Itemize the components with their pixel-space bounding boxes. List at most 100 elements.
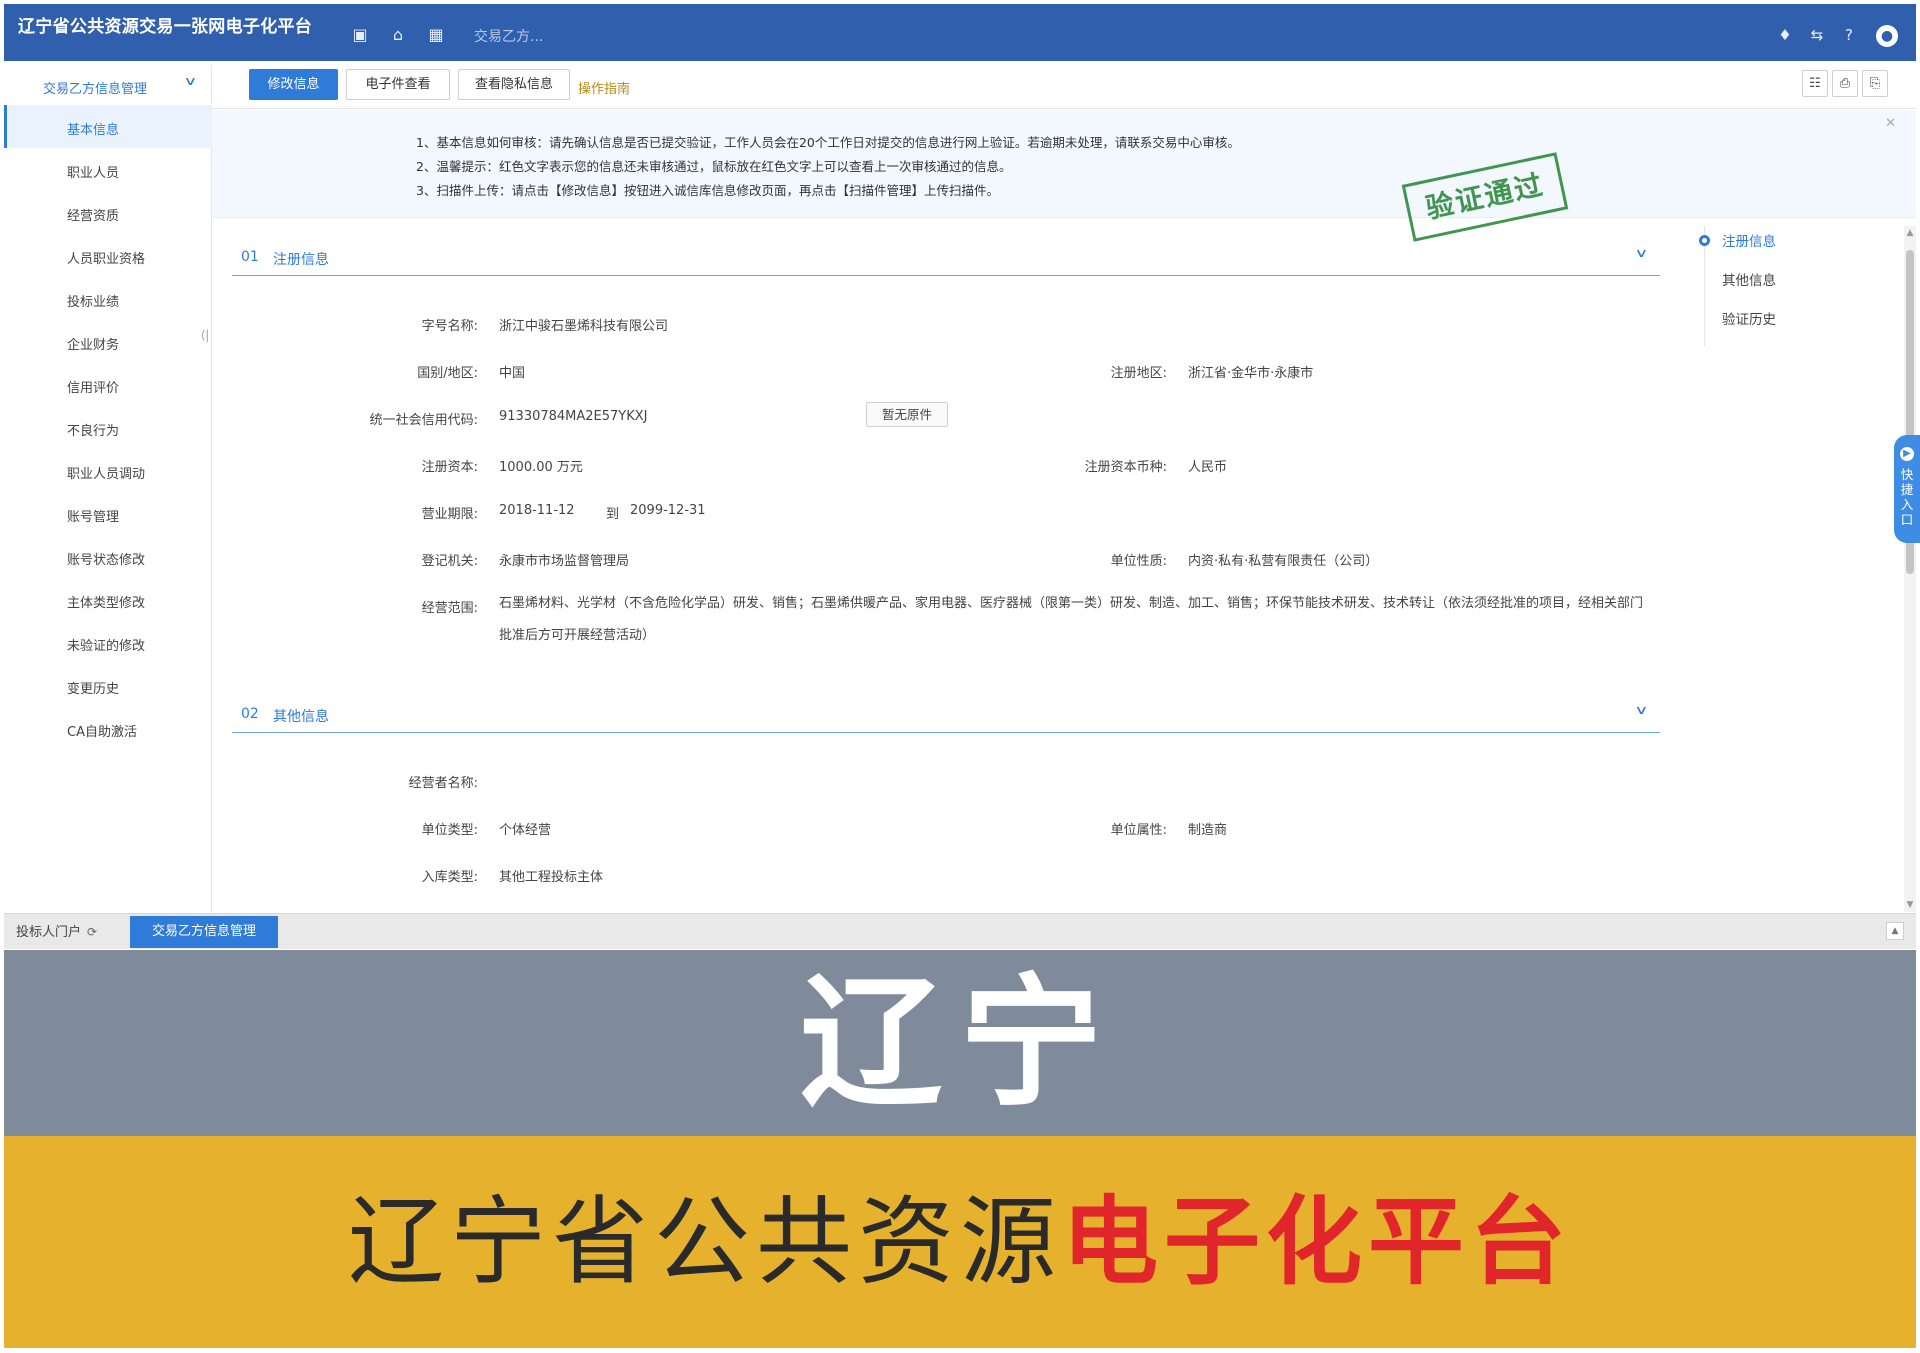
chevron-down-icon: ∨ <box>183 74 198 88</box>
close-icon[interactable]: ✕ <box>1885 116 1896 131</box>
sidebar-item-bad-behavior[interactable]: 不良行为 <box>4 406 212 449</box>
vertical-scrollbar[interactable]: ▲ ▼ <box>1904 226 1916 912</box>
field-value: 人民币 <box>1188 460 1228 475</box>
field-value: 内资·私有·私营有限责任（公司） <box>1188 554 1379 569</box>
field-label: 单位属性: <box>1110 823 1167 838</box>
chevron-down-icon: ∨ <box>1634 246 1649 260</box>
banner-big-title: 辽宁 <box>800 960 1120 1126</box>
app-title: 辽宁省公共资源交易一张网电子化平台 <box>18 17 313 37</box>
field-value: 中国 <box>499 366 526 381</box>
field-label: 统一社会信用代码: <box>369 413 478 428</box>
sidebar-item-credit[interactable]: 信用评价 <box>4 363 212 406</box>
app-window: 辽宁省公共资源交易一张网电子化平台 ▣ ⌂ ▦ 交易乙方... ♦ ⇆ ? ● … <box>4 0 1920 950</box>
sidebar-item-bid-record[interactable]: 投标业绩 <box>4 277 212 320</box>
anchor-item-verify-history[interactable]: 验证历史 <box>1722 308 1776 328</box>
active-dot-icon <box>1699 235 1710 246</box>
section-title: 注册信息 <box>273 252 329 268</box>
toolbar: 修改信息 电子件查看 查看隐私信息 操作指南 ☷ ⎙ ⎘ <box>212 65 1916 109</box>
bottom-tab-bar: 投标人门户 ⟳ 交易乙方信息管理 ▲ <box>4 913 1916 949</box>
collapse-icon[interactable]: ⟨| <box>198 325 212 345</box>
bell-icon[interactable]: ♦ <box>1776 26 1794 44</box>
sidebar-item-unverified[interactable]: 未验证的修改 <box>4 621 212 664</box>
field-label: 字号名称: <box>421 319 478 334</box>
sidebar-item-qualification[interactable]: 经营资质 <box>4 191 212 234</box>
sidebar-item-label: 信用评价 <box>67 381 120 396</box>
tab-label: 投标人门户 <box>16 925 82 940</box>
field-label: 注册资本币种: <box>1084 460 1167 475</box>
sidebar-item-label: 职业人员 <box>67 166 120 181</box>
section-registration-header[interactable]: 01 注册信息 ∨ <box>232 240 1660 276</box>
field-value: 2018-11-12 <box>499 503 575 518</box>
search-input[interactable]: 交易乙方... <box>474 26 543 46</box>
view-privacy-button[interactable]: 查看隐私信息 <box>458 69 570 100</box>
field-value: 浙江中骏石墨烯科技有限公司 <box>499 319 669 334</box>
sidebar-item-label: 职业人员调动 <box>67 467 146 482</box>
section-other-header[interactable]: 02 其他信息 ∨ <box>232 697 1660 733</box>
monitor-icon[interactable]: ▣ <box>350 26 370 44</box>
sidebar-item-staff-transfer[interactable]: 职业人员调动 <box>4 449 212 492</box>
sidebar-item-basic-info[interactable]: 基本信息 <box>4 105 212 148</box>
sidebar-item-staff-cert[interactable]: 人员职业资格 <box>4 234 212 277</box>
field-value: 2099-12-31 <box>630 503 706 518</box>
field-value: 浙江省·金华市·永康市 <box>1188 366 1314 381</box>
top-header: 辽宁省公共资源交易一张网电子化平台 ▣ ⌂ ▦ 交易乙方... ♦ ⇆ ? ● <box>4 4 1916 61</box>
guide-link[interactable]: 操作指南 <box>578 78 630 97</box>
anchor-item-other[interactable]: 其他信息 <box>1722 269 1776 289</box>
no-original-button[interactable]: 暂无原件 <box>866 402 948 427</box>
sidebar-item-label: 基本信息 <box>67 123 120 138</box>
banner-tagline: 辽宁省公共资源电子化平台 <box>4 1192 1916 1292</box>
collapse-up-icon[interactable]: ▲ <box>1886 922 1904 940</box>
print-icon[interactable]: ⎘ <box>1862 70 1888 97</box>
notice-line-2: 2、温馨提示：红色文字表示您的信息还未审核通过，鼠标放在红色文字上可以查看上一次… <box>416 159 1012 174</box>
anchor-item-registration[interactable]: 注册信息 <box>1722 230 1776 250</box>
refresh-icon[interactable]: ⟳ <box>87 925 97 939</box>
grid-icon[interactable]: ▦ <box>426 26 446 44</box>
help-icon[interactable]: ? <box>1840 26 1858 44</box>
scroll-up-icon[interactable]: ▲ <box>1904 228 1916 238</box>
banner-tagline-area: 辽宁省公共资源电子化平台 <box>4 1136 1916 1348</box>
anchor-nav: 注册信息 其他信息 验证历史 <box>1699 226 1894 346</box>
sidebar-item-entity-type[interactable]: 主体类型修改 <box>4 578 212 621</box>
view-efile-button[interactable]: 电子件查看 <box>346 69 450 100</box>
section-number: 02 <box>241 706 259 722</box>
field-value: 个体经营 <box>499 823 552 838</box>
quick-entry-icon: ▶ <box>1900 447 1914 461</box>
sidebar-item-staff[interactable]: 职业人员 <box>4 148 212 191</box>
sidebar-item-label: 投标业绩 <box>67 295 120 310</box>
sidebar: 交易乙方信息管理 ∨ 基本信息 职业人员 经营资质 人员职业资格 投标业绩 企业… <box>4 65 212 912</box>
field-label: 国别/地区: <box>417 366 478 381</box>
sidebar-item-label: CA自助激活 <box>67 725 137 740</box>
quick-entry-button[interactable]: ▶ 快捷入口 <box>1894 435 1920 543</box>
banner-tagline-red: 电子化平台 <box>1062 1186 1572 1298</box>
user-icon[interactable]: ● <box>1876 25 1898 47</box>
sidebar-item-label: 主体类型修改 <box>67 596 146 611</box>
edit-info-button[interactable]: 修改信息 <box>249 69 338 100</box>
sidebar-item-account[interactable]: 账号管理 <box>4 492 212 535</box>
scroll-down-icon[interactable]: ▼ <box>1904 900 1916 910</box>
field-label: 经营者名称: <box>408 776 478 791</box>
sidebar-item-label: 经营资质 <box>67 209 120 224</box>
field-value: 1000.00 万元 <box>499 460 583 475</box>
pdf-icon[interactable]: ⎙ <box>1832 70 1858 97</box>
sidebar-group-header[interactable]: 交易乙方信息管理 ∨ <box>4 65 212 105</box>
sidebar-item-label: 人员职业资格 <box>67 252 146 267</box>
notice-line-1: 1、基本信息如何审核：请先确认信息是否已提交验证，工作人员会在20个工作日对提交… <box>416 135 1240 150</box>
tab-party-b-management[interactable]: 交易乙方信息管理 <box>130 916 278 948</box>
sidebar-item-label: 账号管理 <box>67 510 120 525</box>
sidebar-item-history[interactable]: 变更历史 <box>4 664 212 707</box>
field-label: 营业期限: <box>421 507 478 522</box>
field-label: 注册资本: <box>421 460 478 475</box>
sidebar-item-finance[interactable]: 企业财务 <box>4 320 212 363</box>
chevron-down-icon: ∨ <box>1634 703 1649 717</box>
notice-line-3: 3、扫描件上传：请点击【修改信息】按钮进入诚信库信息修改页面，再点击【扫描件管理… <box>416 183 999 198</box>
field-value: 制造商 <box>1188 823 1228 838</box>
sitemap-icon[interactable]: ☷ <box>1802 70 1828 97</box>
sidebar-group-label: 交易乙方信息管理 <box>43 82 148 97</box>
sidebar-item-account-status[interactable]: 账号状态修改 <box>4 535 212 578</box>
field-value: 永康市市场监督管理局 <box>499 554 630 569</box>
tab-bidder-portal[interactable]: 投标人门户 ⟳ <box>16 916 126 948</box>
transfer-icon[interactable]: ⇆ <box>1808 26 1826 44</box>
sidebar-item-ca[interactable]: CA自助激活 <box>4 707 212 750</box>
field-value: 其他工程投标主体 <box>499 870 604 885</box>
home-icon[interactable]: ⌂ <box>388 26 408 44</box>
